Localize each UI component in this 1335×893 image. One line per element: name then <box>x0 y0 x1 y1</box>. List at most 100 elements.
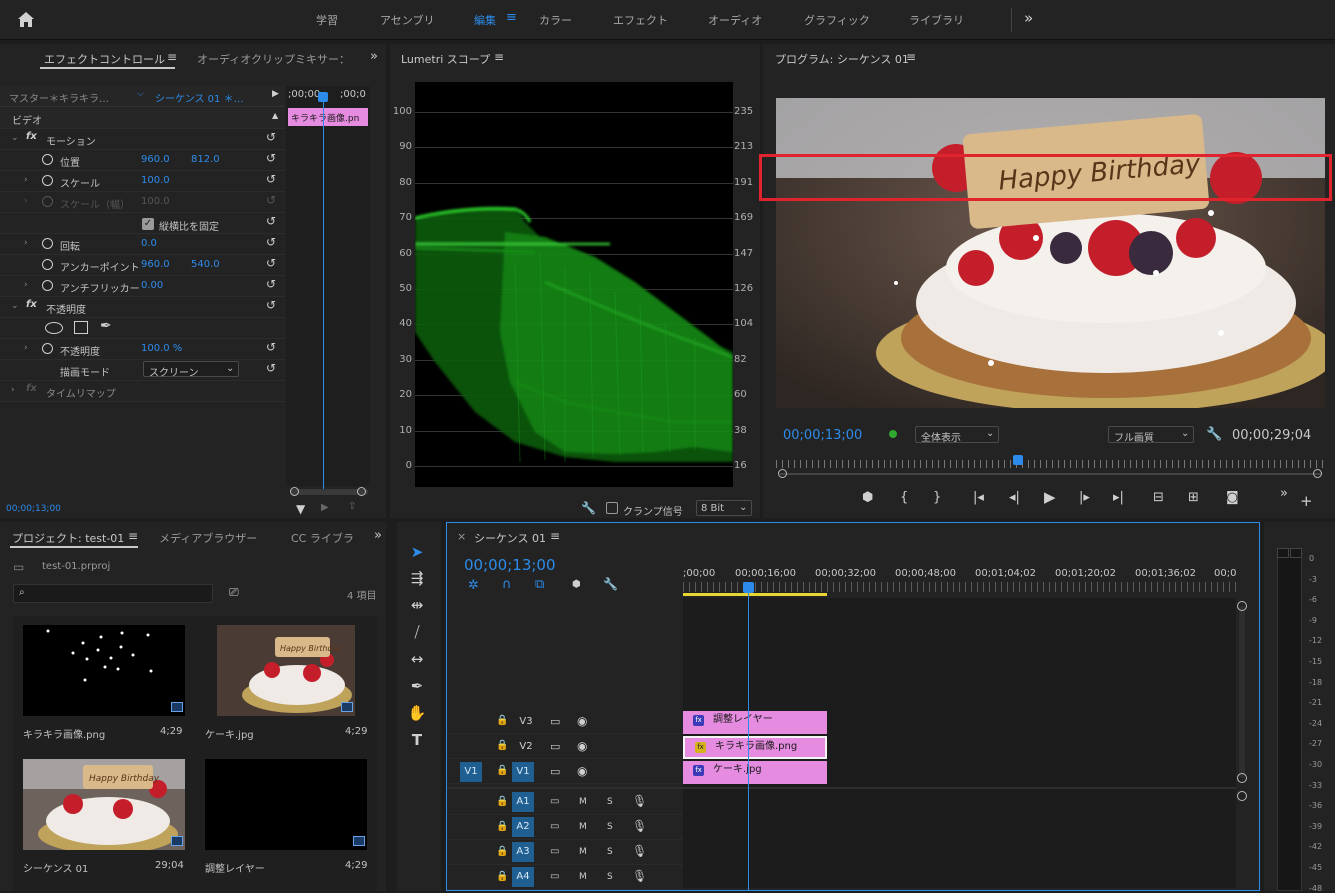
microphone-icon[interactable]: 🎙 <box>632 819 647 833</box>
solo-button[interactable]: S <box>607 872 613 882</box>
track-name[interactable]: A1 <box>512 792 534 812</box>
position-x-value[interactable]: 960.0 <box>141 154 170 165</box>
sync-lock-icon[interactable]: ▭ <box>550 765 560 778</box>
track-name[interactable]: V1 <box>512 762 534 782</box>
mini-clip[interactable]: キラキラ画像.pn <box>288 108 368 126</box>
play-audio-icon[interactable]: ▶ <box>321 502 329 513</box>
reset-icon[interactable]: ↺ <box>266 278 278 290</box>
ellipse-mask-icon[interactable] <box>45 322 63 334</box>
button-editor-icon[interactable]: + <box>1300 492 1313 510</box>
mute-button[interactable]: M <box>579 797 587 807</box>
reset-icon[interactable]: ↺ <box>266 131 278 143</box>
expand-icon[interactable]: › <box>24 280 28 290</box>
add-marker-icon[interactable]: ⬢ <box>862 490 873 505</box>
workspace-effects[interactable]: エフェクト <box>613 12 668 28</box>
fit-dropdown[interactable]: 全体表示 ⌄ <box>915 426 999 444</box>
reset-icon[interactable]: ↺ <box>266 362 278 374</box>
bit-depth-dropdown[interactable]: 8 Bit ⌄ <box>696 500 752 516</box>
solo-button[interactable]: S <box>607 822 613 832</box>
reset-icon[interactable]: ↺ <box>266 215 278 227</box>
master-clip-label[interactable]: マスター＊キラキラ… <box>9 90 109 105</box>
uniform-scale-checkbox[interactable]: ✓ <box>142 218 154 230</box>
wrench-icon[interactable]: 🔧 <box>603 577 618 591</box>
track-select-tool-icon[interactable]: ⇶ <box>406 567 428 589</box>
program-playhead[interactable] <box>1013 455 1023 465</box>
solo-button[interactable]: S <box>607 847 613 857</box>
panel-overflow-button[interactable]: » <box>374 528 382 543</box>
stopwatch-icon[interactable] <box>42 259 53 270</box>
source-patch-v1[interactable]: V1 <box>460 762 482 782</box>
quality-dropdown[interactable]: フル画質 ⌄ <box>1108 426 1194 444</box>
hand-tool-icon[interactable]: ✋ <box>406 702 428 724</box>
thumb-sequence[interactable]: Happy Birthday <box>23 759 185 850</box>
clip-cake-image[interactable]: fx ケーキ.jpg <box>683 761 827 784</box>
microphone-icon[interactable]: 🎙 <box>632 844 647 858</box>
scope-title[interactable]: Lumetri スコープ <box>401 51 490 67</box>
lift-icon[interactable]: ⊟ <box>1153 490 1164 505</box>
step-forward-icon[interactable]: |▸ <box>1079 490 1090 505</box>
eye-icon[interactable]: ◉ <box>577 764 587 778</box>
audio-scroll-handle[interactable] <box>1237 791 1247 801</box>
selection-tool-icon[interactable]: ➤ <box>406 541 428 563</box>
expand-opacity-icon[interactable]: ⌄ <box>11 301 19 311</box>
sync-lock-icon[interactable]: ▭ <box>550 796 559 807</box>
motion-row[interactable] <box>0 129 285 150</box>
opacity-section-row[interactable] <box>0 297 285 318</box>
fx-icon[interactable]: fx <box>26 131 37 142</box>
workspace-graphics[interactable]: グラフィック <box>804 12 870 28</box>
mute-button[interactable]: M <box>579 872 587 882</box>
snap-icon[interactable]: ∩ <box>502 577 512 592</box>
panel-menu-icon[interactable]: ≡ <box>550 529 560 543</box>
workspace-overflow-button[interactable]: » <box>1024 9 1033 27</box>
anchor-y-value[interactable]: 540.0 <box>191 259 220 270</box>
go-to-out-icon[interactable]: ▸| <box>1113 490 1124 505</box>
thumb-adjustment-layer[interactable] <box>205 759 367 850</box>
panel-overflow-button[interactable]: » <box>370 49 378 64</box>
eye-icon[interactable]: ◉ <box>577 739 587 753</box>
slip-tool-icon[interactable]: ↔ <box>406 648 428 670</box>
panel-menu-icon[interactable]: ≡ <box>906 50 916 64</box>
reset-icon[interactable]: ↺ <box>266 173 278 185</box>
linked-selection-icon[interactable]: ⧉ <box>535 577 544 592</box>
stopwatch-icon[interactable] <box>42 343 53 354</box>
close-tab-button[interactable]: × <box>457 530 466 543</box>
rectangle-mask-icon[interactable] <box>74 321 88 334</box>
solo-button[interactable]: S <box>607 797 613 807</box>
effects-mini-timeline[interactable] <box>286 86 370 486</box>
clip-adjustment-layer[interactable]: fx 調整レイヤー <box>683 711 827 734</box>
razor-tool-icon[interactable]: ⧸ <box>406 621 428 643</box>
expand-motion-icon[interactable]: ⌄ <box>11 133 19 143</box>
play-only-audio-icon[interactable]: ▶ <box>272 89 279 99</box>
filter-icon[interactable]: ▼ <box>296 502 305 516</box>
blend-mode-dropdown[interactable]: スクリーン ⌄ <box>143 361 239 379</box>
new-bin-search-icon[interactable]: ⎚ <box>229 585 239 600</box>
sync-lock-icon[interactable]: ▭ <box>550 715 560 728</box>
panel-menu-icon[interactable]: ≡ <box>494 50 504 64</box>
sync-lock-icon[interactable]: ▭ <box>550 871 559 882</box>
workspace-audio[interactable]: オーディオ <box>708 12 762 28</box>
workspace-color[interactable]: カラー <box>539 12 572 28</box>
panel-menu-icon[interactable]: ≡ <box>128 529 138 543</box>
lock-icon[interactable]: 🔒 <box>496 796 508 807</box>
add-marker-icon[interactable]: ⬢ <box>572 579 581 590</box>
nest-icon[interactable]: ✲ <box>468 578 479 593</box>
extract-icon[interactable]: ⊞ <box>1188 490 1199 505</box>
time-remap-row[interactable] <box>0 381 285 402</box>
expand-icon[interactable]: › <box>24 175 28 185</box>
zoom-handle-left[interactable] <box>290 487 299 496</box>
export-frame-icon[interactable]: ◙ <box>1226 490 1239 505</box>
fx-icon[interactable]: fx <box>26 299 37 310</box>
track-name[interactable]: A2 <box>512 817 534 837</box>
microphone-icon[interactable]: 🎙 <box>632 794 647 808</box>
pen-tool-icon[interactable]: ✒ <box>406 675 428 697</box>
scale-value[interactable]: 100.0 <box>141 175 170 186</box>
go-to-in-icon[interactable]: |◂ <box>973 490 984 505</box>
antiflicker-value[interactable]: 0.00 <box>141 280 163 291</box>
workspace-libraries[interactable]: ライブラリ <box>909 12 964 28</box>
microphone-icon[interactable]: 🎙 <box>632 869 647 883</box>
mute-button[interactable]: M <box>579 822 587 832</box>
expand-icon[interactable]: › <box>24 238 28 248</box>
stopwatch-icon[interactable] <box>42 175 53 186</box>
meter-peak-left[interactable] <box>1277 548 1289 558</box>
workspace-menu-icon[interactable]: ≡ <box>506 10 517 25</box>
